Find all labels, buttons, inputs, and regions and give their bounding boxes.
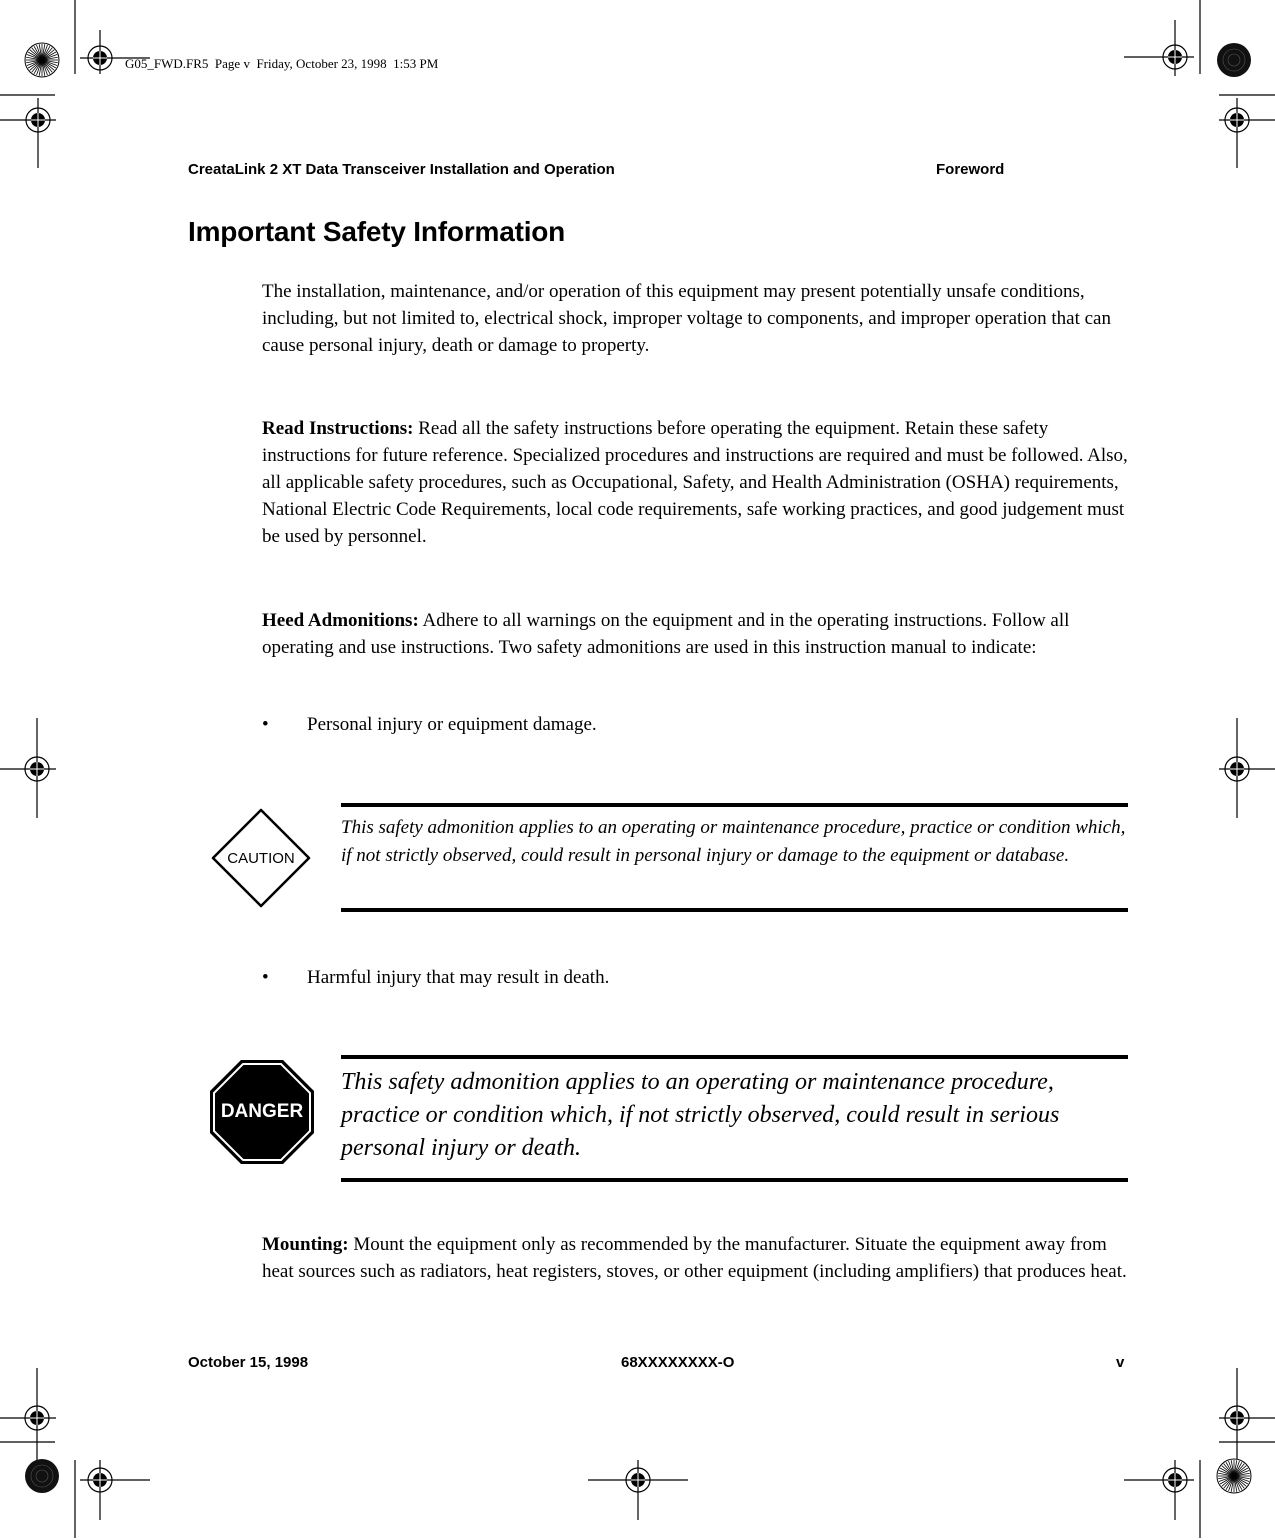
danger-octagon-icon: DANGER [210, 1060, 314, 1164]
caution-top-rule [341, 803, 1128, 807]
print-slug: G05_FWD.FR5 Page v Friday, October 23, 1… [125, 56, 439, 71]
registration-mark-icon [80, 1460, 150, 1520]
mounting-text: Mount the equipment only as recommended … [262, 1234, 1127, 1282]
registration-mark-icon [0, 1368, 56, 1468]
star-target-icon [24, 42, 60, 78]
registration-mark-icon [1219, 1368, 1275, 1468]
registration-mark-icon [1124, 1460, 1194, 1520]
danger-text: This safety admonition applies to an ope… [341, 1069, 1060, 1161]
density-target-icon [1217, 43, 1251, 77]
bullet-icon: • [262, 714, 269, 735]
registration-mark-icon [1219, 98, 1275, 168]
registration-mark-icon [588, 1460, 688, 1520]
read-instructions-paragraph: Read Instructions: Read all the safety i… [262, 415, 1132, 550]
registration-mark-icon [1219, 718, 1275, 818]
danger-icon-label: DANGER [221, 1101, 304, 1122]
danger-bottom-rule [341, 1178, 1128, 1182]
heed-admonitions-paragraph: Heed Admonitions: Adhere to all warnings… [262, 607, 1132, 661]
read-instructions-label: Read Instructions: [262, 418, 414, 439]
danger-top-rule [341, 1055, 1128, 1059]
mounting-label: Mounting: [262, 1234, 349, 1255]
running-header-section: Foreword [936, 161, 1005, 178]
heed-admonitions-label: Heed Admonitions: [262, 610, 419, 631]
running-header-title: CreataLink 2 XT Data Transceiver Install… [188, 161, 615, 178]
caution-text: This safety admonition applies to an ope… [341, 817, 1126, 866]
intro-paragraph: The installation, maintenance, and/or op… [262, 281, 1111, 356]
caution-diamond-icon: CAUTION [211, 808, 311, 908]
caution-bottom-rule [341, 908, 1128, 912]
caution-icon-label: CAUTION [227, 850, 295, 867]
registration-mark-icon [0, 98, 56, 168]
registration-mark-icon [1124, 20, 1194, 76]
footer-doc-number: 68XXXXXXXX-O [621, 1354, 735, 1371]
star-target-icon [1216, 1458, 1252, 1494]
bullet-text: Harmful injury that may result in death. [307, 967, 610, 988]
bullet-text: Personal injury or equipment damage. [307, 714, 597, 735]
registration-mark-icon [0, 718, 56, 818]
footer-page-number: v [1116, 1354, 1125, 1371]
footer-date: October 15, 1998 [188, 1354, 309, 1371]
page-title: Important Safety Information [188, 216, 566, 247]
density-target-icon [25, 1459, 59, 1493]
mounting-paragraph: Mounting: Mount the equipment only as re… [262, 1231, 1132, 1285]
bullet-icon: • [262, 967, 269, 988]
